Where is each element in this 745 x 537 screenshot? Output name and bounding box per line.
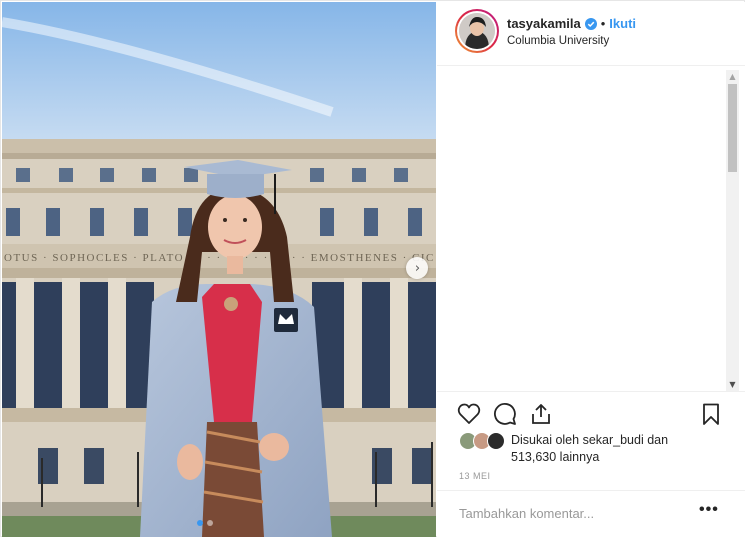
chevron-right-icon: ›: [414, 260, 421, 276]
photo-graduation-scene: OTUS · SOPHOCLES · PLATO · · · · · · · ·…: [2, 2, 436, 537]
likes-summary: Disukai oleh sekar_budi dan 513,630 lain…: [459, 430, 739, 466]
bookmark-icon[interactable]: [699, 402, 723, 426]
scroll-up-arrow-icon[interactable]: ▲: [726, 70, 739, 83]
carousel-next-button[interactable]: ›: [406, 257, 428, 279]
post-sidebar: tasyakamila • Ikuti Columbia University …: [437, 2, 745, 537]
post-header: tasyakamila • Ikuti Columbia University: [437, 2, 745, 66]
comment-icon[interactable]: [493, 402, 517, 426]
separator-dot: •: [600, 16, 606, 31]
like-count-suffix[interactable]: lainnya: [560, 450, 600, 464]
comments-area: [437, 67, 745, 391]
location-link[interactable]: Columbia University: [507, 35, 609, 47]
liker-avatar: [487, 432, 505, 450]
verified-badge-icon: [584, 17, 597, 30]
user-line: tasyakamila • Ikuti: [507, 16, 636, 31]
heart-icon[interactable]: [457, 402, 481, 426]
like-count[interactable]: 513,630: [511, 450, 556, 464]
more-options-button[interactable]: •••: [699, 501, 719, 519]
liker-username[interactable]: sekar_budi: [583, 433, 644, 447]
frieze-inscription: OTUS · SOPHOCLES · PLATO · · · · · · · ·…: [4, 252, 435, 264]
follow-button[interactable]: Ikuti: [609, 16, 636, 31]
scroll-down-arrow-icon[interactable]: ▼: [726, 378, 739, 391]
liked-by-prefix: Disukai oleh: [511, 433, 580, 447]
scroll-thumb[interactable]: [728, 84, 737, 172]
instagram-post: OTUS · SOPHOCLES · PLATO · · · · · · · ·…: [0, 0, 745, 537]
liked-by-text: Disukai oleh sekar_budi dan 513,630 lain…: [511, 432, 741, 466]
liker-avatars[interactable]: [459, 432, 509, 450]
avatar-image: [459, 13, 495, 49]
carousel-dot-2: [207, 520, 213, 526]
liked-by-conjunction: dan: [647, 433, 669, 447]
action-bar: [437, 391, 745, 431]
comments-scrollbar[interactable]: ▲ ▼: [726, 70, 739, 391]
carousel-indicators: [197, 520, 213, 526]
post-photo[interactable]: OTUS · SOPHOCLES · PLATO · · · · · · · ·…: [2, 2, 436, 537]
add-comment-bar: •••: [437, 490, 745, 537]
post-date[interactable]: 13 MEI: [459, 471, 491, 481]
share-icon[interactable]: [529, 402, 553, 426]
comment-input[interactable]: [459, 503, 679, 523]
avatar[interactable]: [455, 9, 499, 53]
carousel-dot-1: [197, 520, 203, 526]
username-link[interactable]: tasyakamila: [507, 16, 581, 31]
